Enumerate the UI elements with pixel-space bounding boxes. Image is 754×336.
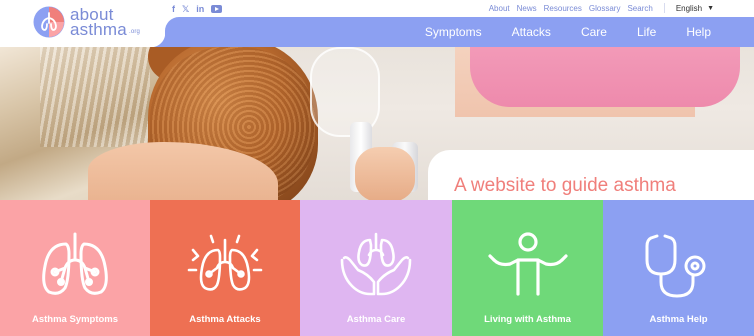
hero-headline[interactable]: A website to guide asthma patients and c…	[454, 172, 734, 200]
tile-living-with-asthma[interactable]: Living with Asthma	[452, 200, 603, 336]
tile-asthma-attacks[interactable]: Asthma Attacks	[150, 200, 300, 336]
x-icon[interactable]: 𝕏	[182, 4, 189, 14]
hero-banner: A website to guide asthma patients and c…	[0, 47, 754, 200]
chevron-down-icon: ▼	[707, 4, 714, 12]
logo-icon	[33, 6, 65, 38]
tile-label: Asthma Attacks	[189, 314, 261, 325]
site-logo[interactable]: about asthma .org	[33, 5, 163, 39]
utility-link-glossary[interactable]: Glossary	[589, 4, 621, 13]
main-nav: Symptoms Attacks Care Life Help	[425, 17, 711, 47]
linkedin-icon[interactable]: in	[196, 4, 204, 14]
nav-item-care[interactable]: Care	[581, 25, 607, 39]
utility-link-resources[interactable]: Resources	[544, 4, 582, 13]
tile-label: Asthma Symptoms	[31, 314, 119, 325]
nav-item-life[interactable]: Life	[637, 25, 656, 39]
person-arms-raised-icon	[487, 232, 568, 296]
logo-line-2: asthma	[70, 20, 127, 39]
stethoscope-icon	[645, 234, 705, 298]
utility-nav: About News Resources Glossary Search Eng…	[489, 3, 714, 13]
tile-asthma-care[interactable]: Asthma Care	[300, 200, 452, 336]
logo-suffix: .org	[128, 29, 141, 35]
youtube-icon[interactable]	[211, 5, 223, 13]
language-select[interactable]: English ▼	[676, 4, 714, 13]
tile-label: Asthma Help	[649, 314, 708, 325]
header: about asthma .org f 𝕏 in About News Reso…	[0, 0, 754, 47]
category-tiles: Asthma Symptoms Asthma Attacks Asthma Ca…	[0, 200, 754, 336]
logo-wordmark: about asthma .org	[70, 6, 141, 39]
utility-link-news[interactable]: News	[517, 4, 537, 13]
hands-holding-lungs-icon	[340, 232, 412, 296]
lungs-alert-icon	[187, 234, 263, 291]
nav-item-symptoms[interactable]: Symptoms	[425, 25, 482, 39]
nav-item-attacks[interactable]: Attacks	[512, 25, 551, 39]
language-label: English	[675, 3, 703, 13]
hero-headline-card: A website to guide asthma patients and c…	[428, 150, 754, 200]
lungs-icon	[42, 232, 108, 295]
social-links: f 𝕏 in	[172, 4, 223, 14]
main-nav-bar: Symptoms Attacks Care Life Help	[151, 17, 754, 47]
tile-asthma-symptoms[interactable]: Asthma Symptoms	[0, 200, 150, 336]
nav-item-help[interactable]: Help	[686, 25, 711, 39]
tile-label: Asthma Care	[346, 314, 406, 325]
tile-asthma-help[interactable]: Asthma Help	[603, 200, 754, 336]
facebook-icon[interactable]: f	[172, 4, 175, 14]
divider	[663, 3, 665, 13]
utility-link-about[interactable]: About	[489, 4, 510, 13]
tile-label: Living with Asthma	[484, 314, 571, 325]
utility-link-search[interactable]: Search	[627, 4, 652, 13]
